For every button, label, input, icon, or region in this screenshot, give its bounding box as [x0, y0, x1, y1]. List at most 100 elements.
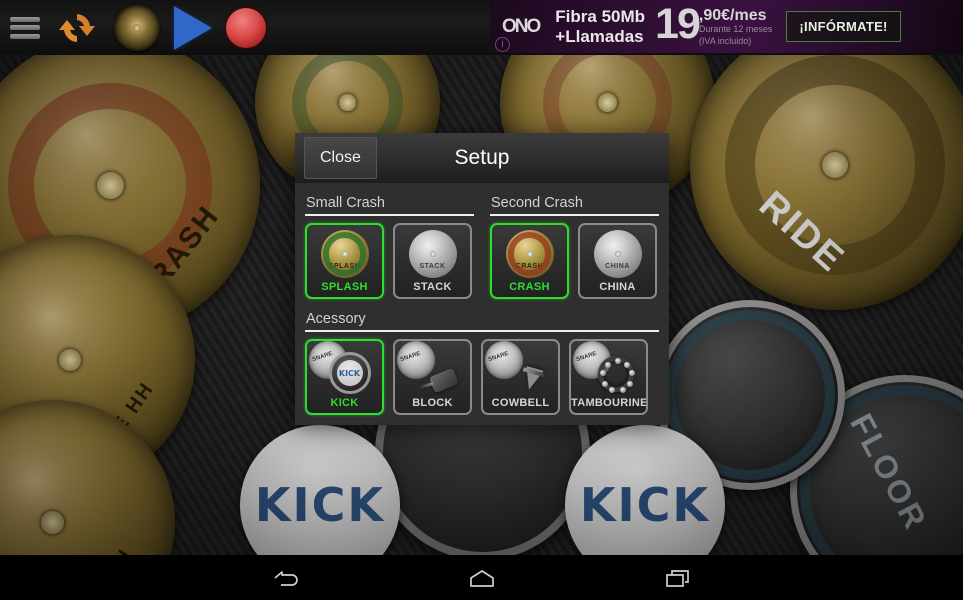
- tile-label-cowbell: COWBELL: [491, 397, 550, 409]
- tile-crash[interactable]: CRASH CRASH: [490, 223, 569, 299]
- stack-cymbal-icon: STACK: [408, 230, 457, 278]
- pad-label-close-hh: CLOSE HH: [71, 378, 159, 489]
- pad-rack-tom[interactable]: [655, 300, 845, 490]
- tile-group-second-crash: CRASH CRASH CHINA CHINA: [490, 223, 659, 299]
- tile-art-splash: SPLASH: [317, 229, 373, 279]
- tambourine-icon: [572, 341, 637, 395]
- tile-art-tambourine: [572, 341, 637, 395]
- back-icon[interactable]: [262, 563, 310, 593]
- ad-price-amount: 19: [655, 0, 701, 49]
- tile-label-tambourine: TAMBOURINE: [571, 397, 648, 409]
- loop-icon[interactable]: [54, 8, 100, 48]
- pad-close-hh[interactable]: CLOSE HH: [0, 235, 195, 488]
- section-title-second-crash: Second Crash: [491, 195, 583, 211]
- tambourine-jingle-icon: [601, 380, 608, 387]
- tile-group-accessory: KICK KICK BLOCK: [305, 339, 659, 415]
- ad-price-details: ,90€/mes Durante 12 meses (IVA incluido): [699, 6, 773, 47]
- tile-art-cowbell: [484, 341, 549, 395]
- pad-open-hh[interactable]: OPEN HH: [0, 400, 175, 555]
- tambourine-jingle-icon: [604, 361, 611, 368]
- cowbell-icon: [484, 341, 549, 395]
- section-title-accessory: Acessory: [306, 311, 366, 327]
- ad-price-cents: ,90€/mes: [698, 7, 767, 25]
- tile-art-block: [396, 341, 461, 395]
- tile-group-small-crash: SPLASH SPLASH STACK STACK: [305, 223, 474, 299]
- ad-banner[interactable]: i ONO Fibra 50Mb +Llamadas 19 ,90€/mes D…: [490, 0, 963, 53]
- crash-sections-row: Small Crash SPLASH SPLASH STACK STACK Se…: [305, 191, 659, 299]
- system-navigation-bar: [0, 555, 963, 600]
- recents-icon[interactable]: [654, 563, 702, 593]
- section-title-small-crash: Small Crash: [306, 195, 385, 211]
- pad-kick-right[interactable]: KICK: [565, 425, 725, 555]
- ad-offer-line2: +Llamadas: [555, 26, 644, 46]
- splash-engraving: SPLASH: [328, 263, 361, 270]
- record-icon[interactable]: [226, 7, 266, 48]
- dialog-header: Close Setup: [295, 133, 669, 183]
- section-divider: [305, 330, 659, 332]
- tile-label-kick: KICK: [330, 397, 359, 409]
- tile-art-china: CHINA: [590, 229, 646, 279]
- pad-label-kick-right: KICK: [579, 478, 711, 532]
- tile-china[interactable]: CHINA CHINA: [578, 223, 657, 299]
- tile-art-stack: STACK: [405, 229, 461, 279]
- crash-engraving: CRASH: [515, 263, 544, 270]
- china-cymbal-icon: CHINA: [593, 230, 642, 278]
- tambourine-jingle-icon: [599, 370, 606, 377]
- kit-icon[interactable]: [114, 4, 160, 51]
- ad-info-icon[interactable]: i: [495, 37, 510, 52]
- tambourine-jingle-icon: [624, 361, 631, 368]
- app-root: i ONO Fibra 50Mb +Llamadas 19 ,90€/mes D…: [0, 0, 963, 600]
- stack-engraving: STACK: [419, 263, 446, 270]
- tile-art-crash: CRASH: [502, 229, 558, 279]
- section-second-crash: Second Crash CRASH CRASH CHINA CHINA: [490, 191, 659, 299]
- ad-price: 19 ,90€/mes Durante 12 meses (IVA inclui…: [655, 0, 773, 49]
- tile-kick[interactable]: KICK KICK: [305, 339, 384, 415]
- close-button[interactable]: Close: [304, 137, 377, 179]
- tile-label-stack: STACK: [413, 281, 452, 293]
- tambourine-jingle-icon: [627, 380, 634, 387]
- tile-label-block: BLOCK: [412, 397, 453, 409]
- wood-block-icon: [396, 341, 461, 395]
- ad-brand-logo: ONO: [502, 15, 541, 37]
- tile-label-splash: SPLASH: [321, 281, 368, 293]
- tambourine-jingle-icon: [614, 358, 621, 364]
- pad-label-kick-left: KICK: [254, 478, 386, 532]
- tile-label-china: CHINA: [599, 281, 636, 293]
- ad-offer-line1: Fibra 50Mb: [555, 6, 646, 26]
- kick-head-label: KICK: [336, 360, 363, 386]
- ad-note-tax: (IVA incluido): [698, 35, 752, 46]
- section-accessory: Acessory KICK KICK: [305, 307, 659, 415]
- pad-floor[interactable]: FLOOR: [790, 375, 963, 555]
- china-engraving: CHINA: [605, 263, 630, 270]
- toolbar-icon-group: [0, 4, 266, 51]
- kick-drum-icon: KICK: [308, 341, 373, 395]
- section-divider: [490, 214, 659, 216]
- tile-stack[interactable]: STACK STACK: [393, 223, 472, 299]
- tile-block[interactable]: BLOCK: [393, 339, 472, 415]
- pad-ride[interactable]: RIDE: [690, 55, 963, 310]
- pad-crash[interactable]: CRASH: [0, 55, 260, 335]
- tile-tambourine[interactable]: TAMBOURINE: [569, 339, 648, 415]
- menu-icon[interactable]: [10, 16, 40, 39]
- play-icon[interactable]: [174, 5, 212, 50]
- section-small-crash: Small Crash SPLASH SPLASH STACK STACK: [305, 191, 474, 299]
- splash-cymbal-icon: SPLASH: [320, 230, 369, 278]
- dialog-body: Small Crash SPLASH SPLASH STACK STACK Se…: [295, 183, 669, 425]
- ad-cta-button[interactable]: ¡INFÓRMATE!: [786, 11, 901, 42]
- pad-label-ride: RIDE: [750, 183, 853, 281]
- pad-label-crash: CRASH: [128, 199, 227, 312]
- ad-note-duration: Durante 12 meses: [698, 24, 773, 35]
- crash-cymbal-icon: CRASH: [505, 230, 554, 278]
- section-divider: [305, 214, 474, 216]
- tile-art-kick: KICK: [308, 341, 373, 395]
- ad-offer-text: Fibra 50Mb +Llamadas: [555, 7, 645, 46]
- tambourine-jingle-icon: [619, 387, 626, 394]
- tile-label-crash: CRASH: [509, 281, 550, 293]
- pad-kick-left[interactable]: KICK: [240, 425, 400, 555]
- tile-cowbell[interactable]: COWBELL: [481, 339, 560, 415]
- home-icon[interactable]: [458, 563, 506, 593]
- tambourine-jingle-icon: [609, 387, 616, 394]
- tile-splash[interactable]: SPLASH SPLASH: [305, 223, 384, 299]
- pad-label-open-hh: OPEN HH: [63, 545, 138, 555]
- pad-label-floor: FLOOR: [843, 407, 935, 537]
